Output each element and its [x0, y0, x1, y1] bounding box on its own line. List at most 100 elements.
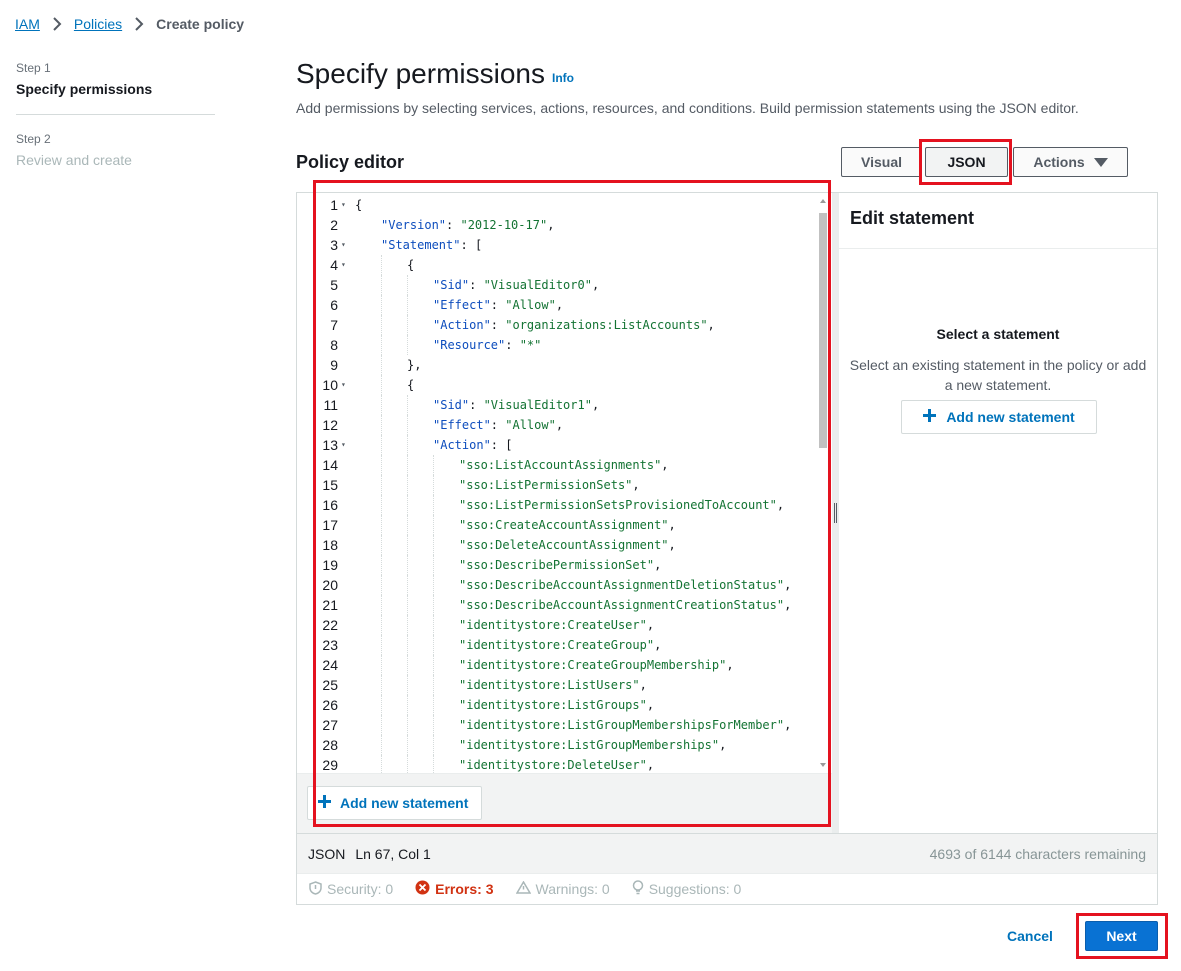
- step-divider: [16, 114, 215, 115]
- code-line[interactable]: 29 "identitystore:DeleteUser",: [297, 755, 817, 773]
- fold-arrow-icon[interactable]: ▾: [341, 235, 346, 255]
- code-line[interactable]: 27 "identitystore:ListGroupMembershipsFor…: [297, 715, 817, 735]
- suggestions-tab[interactable]: Suggestions: 0: [632, 880, 742, 898]
- code-line[interactable]: 26 "identitystore:ListGroups",: [297, 695, 817, 715]
- code-line[interactable]: 11 "Sid": "VisualEditor1",: [297, 395, 817, 415]
- code-scrollbar[interactable]: [818, 197, 828, 773]
- visual-mode-button[interactable]: Visual: [841, 147, 922, 177]
- code-punct: ,: [547, 218, 555, 232]
- actions-label: Actions: [1033, 154, 1085, 170]
- indent-guide: [407, 715, 408, 735]
- code-line[interactable]: 9},: [297, 355, 817, 375]
- code-line[interactable]: 25 "identitystore:ListUsers",: [297, 675, 817, 695]
- error-circle-icon: [415, 880, 430, 898]
- code-text: "Effect": "Allow",: [433, 415, 563, 435]
- indent-guide: [381, 635, 382, 655]
- json-mode-button[interactable]: JSON: [925, 147, 1008, 177]
- code-line[interactable]: 4 ▾ {: [297, 255, 817, 275]
- line-number: 17: [322, 517, 338, 533]
- code-line[interactable]: 18 "sso:DeleteAccountAssignment",: [297, 535, 817, 555]
- code-line[interactable]: 20 "sso:DescribeAccountAssignmentDeletion…: [297, 575, 817, 595]
- code-line[interactable]: 15 "sso:ListPermissionSets",: [297, 475, 817, 495]
- code-line[interactable]: 23 "identitystore:CreateGroup",: [297, 635, 817, 655]
- indent-guide: [381, 295, 382, 315]
- code-line[interactable]: 14 "sso:ListAccountAssignments",: [297, 455, 817, 475]
- next-button[interactable]: Next: [1085, 921, 1158, 951]
- info-link[interactable]: Info: [552, 71, 574, 85]
- code-punct: ,: [639, 678, 647, 692]
- resize-grip-icon: [834, 503, 837, 523]
- code-line[interactable]: 21 "sso:DescribeAccountAssignmentCreation…: [297, 595, 817, 615]
- indent-guide: [433, 635, 434, 655]
- code-line[interactable]: 5 "Sid": "VisualEditor0",: [297, 275, 817, 295]
- code-line[interactable]: 1 ▾ {: [297, 195, 817, 215]
- code-text: "Action": [: [433, 435, 512, 455]
- code-line[interactable]: 2 "Version": "2012-10-17",: [297, 215, 817, 235]
- line-number: 5: [330, 277, 338, 293]
- code-punct: ,: [784, 718, 792, 732]
- scroll-up-arrow-icon[interactable]: [820, 199, 826, 203]
- panel-resize-handle[interactable]: [832, 193, 839, 833]
- fold-arrow-icon[interactable]: ▾: [341, 195, 346, 215]
- panel-add-new-statement-button[interactable]: Add new statement: [901, 400, 1097, 434]
- json-value: "sso:DescribeAccountAssignmentDeletionSt…: [459, 578, 785, 592]
- add-new-statement-button[interactable]: Add new statement: [307, 786, 482, 820]
- indent-guide: [433, 555, 434, 575]
- indent-guide: [407, 335, 408, 355]
- indent-guide: [433, 655, 434, 675]
- json-value: "identitystore:ListGroupMembershipsForMe…: [459, 718, 785, 732]
- security-tab[interactable]: Security: 0: [309, 880, 393, 898]
- json-key: "Resource": [433, 338, 506, 352]
- line-number: 3: [330, 237, 338, 253]
- cancel-button[interactable]: Cancel: [1000, 924, 1060, 948]
- code-line[interactable]: 7 "Action": "organizations:ListAccounts",: [297, 315, 817, 335]
- errors-tab[interactable]: Errors: 3: [415, 880, 494, 898]
- code-line[interactable]: 12 "Effect": "Allow",: [297, 415, 817, 435]
- code-line[interactable]: 24 "identitystore:CreateGroupMembership",: [297, 655, 817, 675]
- chevron-right-icon: [48, 15, 66, 33]
- breadcrumb-policies-link[interactable]: Policies: [74, 16, 122, 32]
- code-line[interactable]: 3 ▾ "Statement": [: [297, 235, 817, 255]
- code-punct: ,: [591, 398, 600, 412]
- line-number: 22: [322, 617, 338, 633]
- code-punct: ,: [668, 538, 676, 552]
- fold-arrow-icon[interactable]: ▾: [341, 375, 346, 395]
- page-title: Specify permissions: [296, 58, 545, 89]
- json-value: "sso:DescribeAccountAssignmentCreationSt…: [459, 598, 785, 612]
- wizard-steps: Step 1 Specify permissions Step 2 Review…: [16, 60, 215, 170]
- cursor-position: Ln 67, Col 1: [355, 845, 431, 862]
- breadcrumb-iam-link[interactable]: IAM: [15, 16, 40, 32]
- json-code-editor[interactable]: 1 ▾{2 "Version": "2012-10-17", 3 ▾ "Statement…: [297, 193, 832, 773]
- code-line[interactable]: 8 "Resource": "*": [297, 335, 817, 355]
- code-line[interactable]: 10 ▾ {: [297, 375, 817, 395]
- scroll-down-arrow-icon[interactable]: [820, 763, 826, 767]
- panel-add-statement-label: Add new statement: [946, 409, 1075, 425]
- code-line[interactable]: 6 "Effect": "Allow",: [297, 295, 817, 315]
- fold-arrow-icon[interactable]: ▾: [341, 255, 346, 275]
- indent-guide: [407, 455, 408, 475]
- step-number: Step 1: [16, 61, 51, 75]
- code-text: "sso:DeleteAccountAssignment",: [459, 535, 676, 555]
- code-line[interactable]: 16 "sso:ListPermissionSetsProvisionedToAc…: [297, 495, 817, 515]
- code-line[interactable]: 17 "sso:CreateAccountAssignment",: [297, 515, 817, 535]
- fold-arrow-icon[interactable]: ▾: [341, 435, 346, 455]
- warnings-tab[interactable]: Warnings: 0: [515, 880, 610, 897]
- code-punct: ,: [668, 518, 676, 532]
- step-1[interactable]: Step 1 Specify permissions: [16, 60, 215, 99]
- indent-guide: [407, 395, 408, 415]
- edit-statement-title: Edit statement: [839, 193, 1157, 249]
- code-line[interactable]: 13 ▾ "Action": [: [297, 435, 817, 455]
- code-line[interactable]: 22 "identitystore:CreateUser",: [297, 615, 817, 635]
- scrollbar-thumb[interactable]: [819, 213, 827, 448]
- code-footer: Add new statement: [297, 773, 832, 833]
- actions-dropdown-button[interactable]: Actions: [1013, 147, 1128, 177]
- code-line[interactable]: 19 "sso:DescribePermissionSet",: [297, 555, 817, 575]
- json-value: "VisualEditor1": [483, 398, 592, 412]
- json-key: "Statement": [381, 238, 461, 252]
- plus-icon: [318, 795, 331, 811]
- characters-remaining: 4693 of 6144 characters remaining: [929, 845, 1146, 862]
- code-line[interactable]: 28 "identitystore:ListGroupMemberships",: [297, 735, 817, 755]
- suggestions-count: Suggestions: 0: [648, 881, 742, 897]
- code-text: "sso:DescribePermissionSet",: [459, 555, 661, 575]
- indent-guide: [407, 615, 408, 635]
